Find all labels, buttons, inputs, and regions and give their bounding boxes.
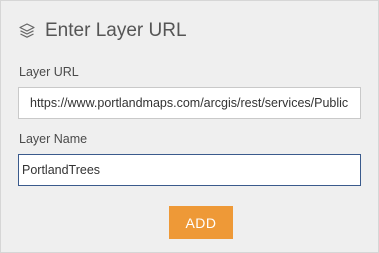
layer-url-label: Layer URL bbox=[19, 65, 79, 79]
layer-name-label: Layer Name bbox=[19, 132, 88, 146]
add-button[interactable]: ADD bbox=[169, 206, 233, 239]
panel-title: Enter Layer URL bbox=[45, 20, 187, 41]
panel-header: Enter Layer URL bbox=[18, 19, 187, 43]
layers-icon bbox=[18, 22, 36, 40]
layer-url-input[interactable] bbox=[18, 87, 361, 119]
layer-name-input[interactable] bbox=[18, 154, 361, 186]
enter-layer-url-panel: Enter Layer URL Layer URL Layer Name ADD bbox=[0, 0, 379, 253]
